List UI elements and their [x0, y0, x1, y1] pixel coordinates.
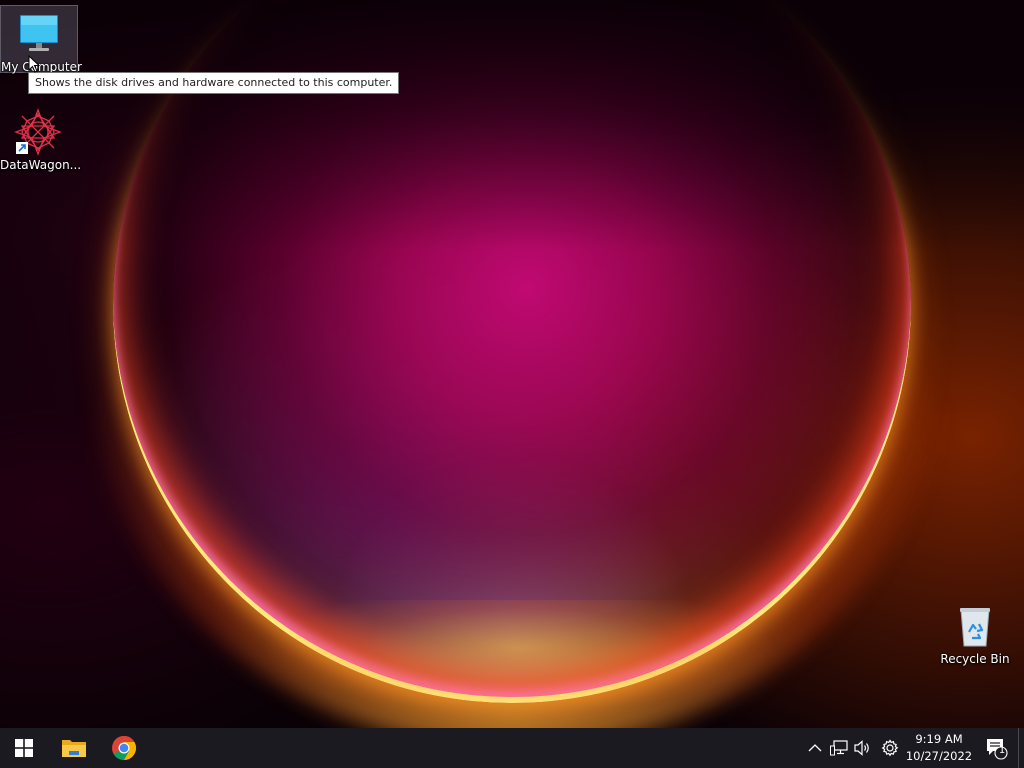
tray-volume-button[interactable]: [851, 728, 875, 768]
desktop-icon-recycle-bin[interactable]: Recycle Bin: [937, 598, 1013, 668]
network-icon: [830, 740, 848, 756]
tooltip: Shows the disk drives and hardware conne…: [28, 72, 400, 94]
tray-overflow-button[interactable]: [803, 728, 827, 768]
chrome-icon: [112, 735, 137, 760]
show-desktop-button[interactable]: [1018, 728, 1024, 768]
clock-date: 10/27/2022: [905, 749, 973, 763]
wallpaper-bottom-glow: [200, 600, 840, 728]
settings-gear-icon: [881, 739, 899, 757]
desktop-icon-label: DataWagon...: [0, 158, 82, 172]
taskbar-file-explorer-button[interactable]: [50, 728, 98, 768]
windows-logo-icon: [15, 739, 33, 757]
datawagon-shortcut-icon: [14, 108, 62, 156]
monitor-icon: [15, 10, 63, 58]
clock-time: 9:19 AM: [915, 732, 963, 746]
start-button[interactable]: [0, 728, 48, 768]
action-center-button[interactable]: 1: [978, 728, 1014, 768]
recycle-bin-icon: [951, 602, 999, 650]
notification-count-badge: 1: [998, 745, 1006, 756]
tray-network-button[interactable]: [827, 728, 851, 768]
volume-icon: [854, 740, 869, 756]
tray-settings-button[interactable]: [878, 728, 902, 768]
chevron-up-icon: [808, 744, 822, 752]
desktop-icon-label: Recycle Bin: [940, 652, 1010, 666]
taskbar-chrome-button[interactable]: [100, 728, 148, 768]
desktop-icon-datawagon[interactable]: DataWagon...: [0, 104, 82, 174]
folder-icon: [62, 740, 86, 757]
wallpaper-shade: [0, 0, 1024, 250]
taskbar: 9:19 AM 10/27/2022 1: [0, 728, 1024, 768]
taskbar-clock[interactable]: 9:19 AM 10/27/2022: [902, 731, 976, 765]
desktop[interactable]: My Computer DataWagon... Recycle Bin Sho…: [0, 0, 1024, 728]
mouse-cursor-icon: [28, 55, 41, 73]
